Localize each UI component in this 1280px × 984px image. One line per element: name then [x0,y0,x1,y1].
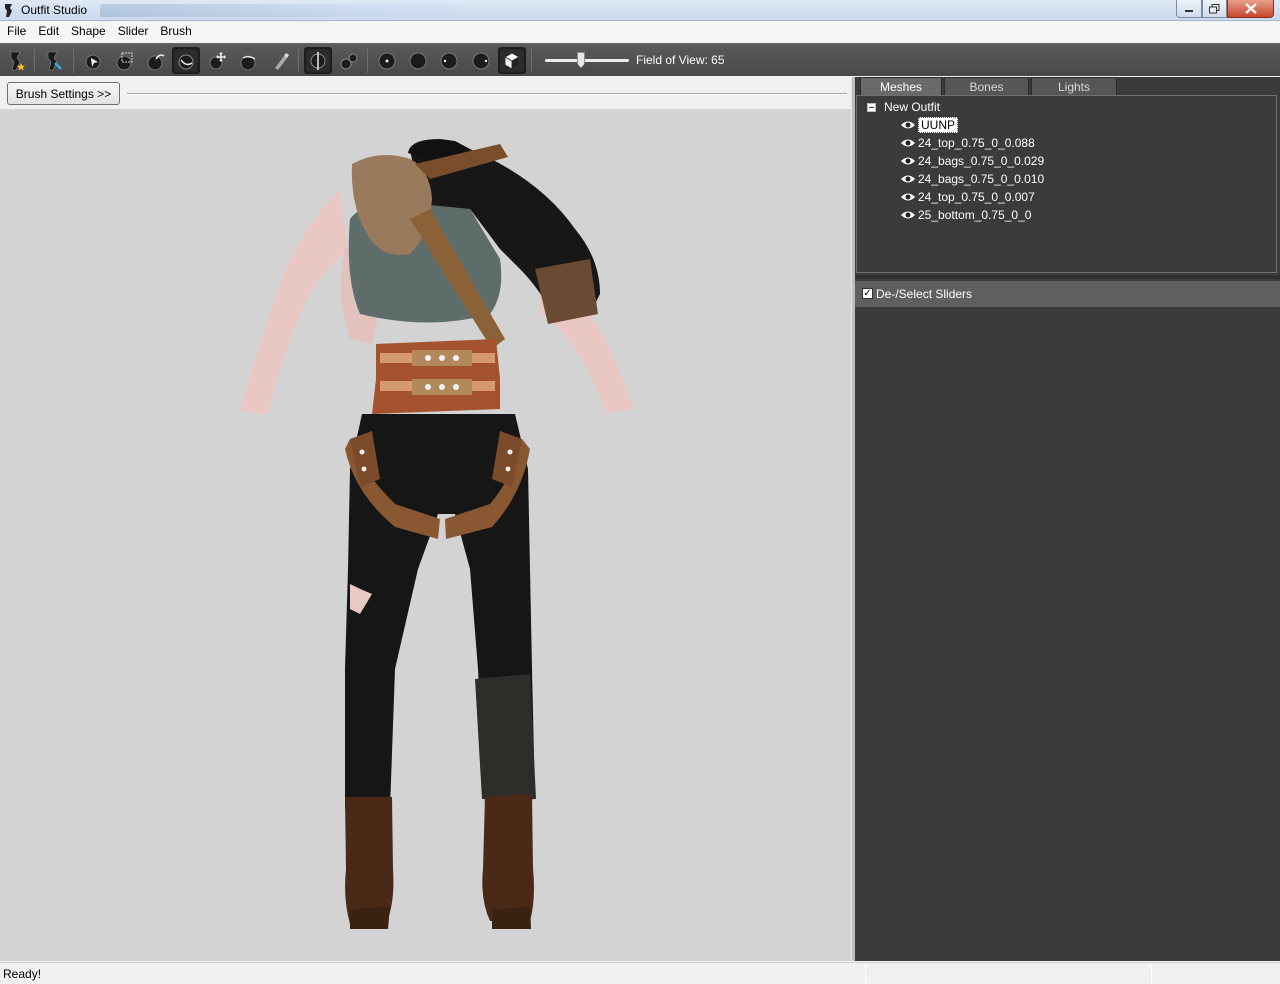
fov-label: Field of View: 65 [636,53,725,67]
blurred-title-path [100,4,520,17]
brush-size-xlarge-icon [472,52,490,69]
title-bar: Outfit Studio [0,0,1280,21]
toolbar-separator [531,48,532,73]
toolbar-separator [73,48,74,73]
brush-size-large-icon [440,52,458,69]
view-mode-button[interactable] [498,47,526,74]
load-reference-icon [10,51,25,70]
close-icon [1244,3,1257,14]
weight-brush-button[interactable] [266,47,294,74]
menu-slider[interactable]: Slider [112,22,155,42]
load-reference-button[interactable] [3,47,31,74]
deflate-brush-icon [178,54,194,69]
x-mirror-icon [310,51,326,70]
mask-brush-button[interactable] [110,47,138,74]
tab-lights[interactable]: Lights [1031,77,1117,95]
right-panel: Meshes Bones Lights New Outfit UUNP 24_t… [855,77,1280,961]
view-mode-icon [504,51,520,70]
menu-shape[interactable]: Shape [65,22,112,42]
mesh-label: 25_bottom_0.75_0_0 [918,207,1032,222]
brush-size-small-icon [378,52,396,69]
menu-bar: File Edit Shape Slider Brush [0,22,1280,42]
menu-file[interactable]: File [0,22,32,42]
minimize-button[interactable] [1176,0,1202,18]
status-text: Ready! [3,967,42,981]
brush-size-medium-icon [409,52,427,69]
brush-size-xlarge-button[interactable] [467,47,495,74]
status-divider [865,965,866,983]
toolbar-separator [34,48,35,73]
mesh-label: 24_top_0.75_0_0.088 [918,135,1035,150]
tree-root-label: New Outfit [884,100,941,114]
restore-icon [1209,3,1220,13]
select-sliders-label: De-/Select Sliders [876,287,973,301]
eye-icon[interactable] [900,120,916,130]
status-divider [1151,965,1152,983]
window-title: Outfit Studio [21,3,88,17]
weight-brush-icon [275,52,289,70]
3d-viewport[interactable] [0,109,852,961]
new-project-icon [47,51,62,70]
toolbar: Field of View: 65 [0,43,1280,76]
fov-slider-track[interactable] [545,59,629,62]
inflate-brush-button[interactable] [141,47,169,74]
mesh-item[interactable]: 24_top_0.75_0_0.088 [900,134,1035,151]
restore-button[interactable] [1202,0,1227,18]
new-project-button[interactable] [40,47,68,74]
connected-only-icon [340,53,358,69]
toolbar-separator [367,48,368,73]
brush-settings-button[interactable]: Brush Settings >> [7,82,120,105]
brush-size-medium-button[interactable] [404,47,432,74]
app-icon [5,4,12,17]
brush-settings-bar: Brush Settings >> [0,77,852,109]
x-mirror-button[interactable] [304,47,332,74]
menu-edit[interactable]: Edit [32,22,65,42]
brush-size-large-button[interactable] [435,47,463,74]
eye-icon[interactable] [900,174,916,184]
collapse-toggle[interactable] [867,102,876,112]
minimize-icon [1185,9,1193,12]
slider-list [855,307,1280,961]
mesh-item[interactable]: 24_bags_0.75_0_0.029 [900,152,1044,169]
select-brush-icon [85,54,101,69]
eye-icon[interactable] [900,210,916,220]
panel-splitter[interactable] [855,275,1280,279]
panel-tabs: Meshes Bones Lights [855,77,1280,95]
toolbar-separator [298,48,299,73]
mesh-label: 24_top_0.75_0_0.007 [918,189,1035,204]
move-brush-icon [209,51,226,69]
viewport-pane: Brush Settings >> [0,77,852,961]
mesh-label: 24_bags_0.75_0_0.010 [918,171,1045,186]
close-button[interactable] [1227,0,1274,18]
connected-only-button[interactable] [335,47,363,74]
brush-bar-divider [127,93,847,95]
move-brush-button[interactable] [203,47,231,74]
select-sliders-checkbox[interactable]: ✓ [862,288,873,299]
smooth-brush-button[interactable] [234,47,262,74]
mesh-label: 24_bags_0.75_0_0.029 [918,153,1045,168]
mesh-tree: New Outfit UUNP 24_top_0.75_0_0.088 24_b… [856,95,1277,273]
tree-root[interactable]: New Outfit [867,100,940,114]
deflate-brush-button[interactable] [172,47,200,74]
mesh-item[interactable]: 24_top_0.75_0_0.007 [900,188,1035,205]
mesh-label: UUNP [918,116,959,133]
eye-icon[interactable] [900,192,916,202]
fov-slider-thumb[interactable] [577,52,585,68]
inflate-brush-icon [147,53,165,70]
eye-icon[interactable] [900,138,916,148]
tab-meshes[interactable]: Meshes [860,77,942,95]
tab-bones[interactable]: Bones [944,77,1029,95]
eye-icon[interactable] [900,156,916,166]
status-bar: Ready! [0,962,1280,984]
select-brush-button[interactable] [79,47,107,74]
mesh-item[interactable]: UUNP [900,116,959,133]
sliders-header: ✓ De-/Select Sliders [855,281,1280,307]
mesh-item[interactable]: 25_bottom_0.75_0_0 [900,206,1031,223]
mesh-item[interactable]: 24_bags_0.75_0_0.010 [900,170,1044,187]
menu-brush[interactable]: Brush [154,22,197,42]
outfit-model-render [240,139,634,929]
smooth-brush-icon [240,55,256,70]
brush-size-small-button[interactable] [373,47,401,74]
mask-brush-icon [116,52,133,70]
